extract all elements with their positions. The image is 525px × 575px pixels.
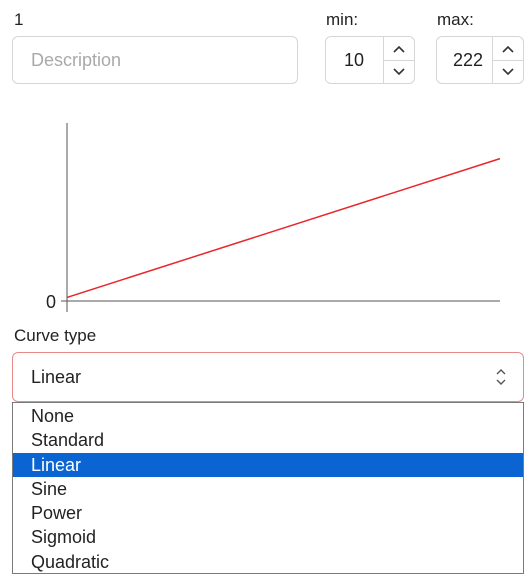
option-linear[interactable]: Linear: [13, 452, 523, 477]
curve-editor: 1 min: max: 10 222 0: [0, 0, 525, 575]
chevron-down-icon: [393, 67, 405, 75]
curve-line-0: [66, 157, 501, 299]
curve-type-options: None Standard Linear Sine Power Sigmoid …: [12, 402, 524, 574]
curve-type-select[interactable]: Linear: [12, 352, 524, 402]
chevron-down-icon: [502, 67, 514, 75]
row-index-label: 1: [14, 10, 24, 29]
description-input[interactable]: [12, 36, 298, 84]
curve-type-selected-value: Linear: [31, 366, 82, 387]
min-decrement-button[interactable]: [384, 60, 414, 83]
max-stepper-arrows: [492, 37, 523, 83]
curve-preview-chart: 0: [46, 123, 501, 312]
chevron-up-icon: [393, 45, 405, 53]
min-stepper[interactable]: 10: [325, 36, 415, 84]
max-value[interactable]: 222: [453, 37, 483, 83]
option-none[interactable]: None: [13, 404, 523, 428]
max-increment-button[interactable]: [493, 37, 523, 61]
y-tick-label-0: 0: [46, 292, 56, 312]
option-quadratic[interactable]: Quadratic: [13, 550, 523, 574]
sort-chevrons-icon: [496, 369, 506, 385]
max-decrement-button[interactable]: [493, 60, 523, 83]
max-label: max:: [437, 10, 474, 29]
option-power[interactable]: Power: [13, 501, 523, 525]
option-sine[interactable]: Sine: [13, 477, 523, 501]
option-sigmoid[interactable]: Sigmoid: [13, 525, 523, 549]
min-value[interactable]: 10: [344, 37, 364, 83]
curve-type-label: Curve type: [14, 326, 97, 345]
min-increment-button[interactable]: [384, 37, 414, 61]
min-stepper-arrows: [383, 37, 414, 83]
option-standard[interactable]: Standard: [13, 428, 523, 452]
chevron-up-icon: [502, 45, 514, 53]
min-label: min:: [326, 10, 359, 29]
series-layer: [66, 157, 501, 299]
max-stepper[interactable]: 222: [436, 36, 524, 84]
